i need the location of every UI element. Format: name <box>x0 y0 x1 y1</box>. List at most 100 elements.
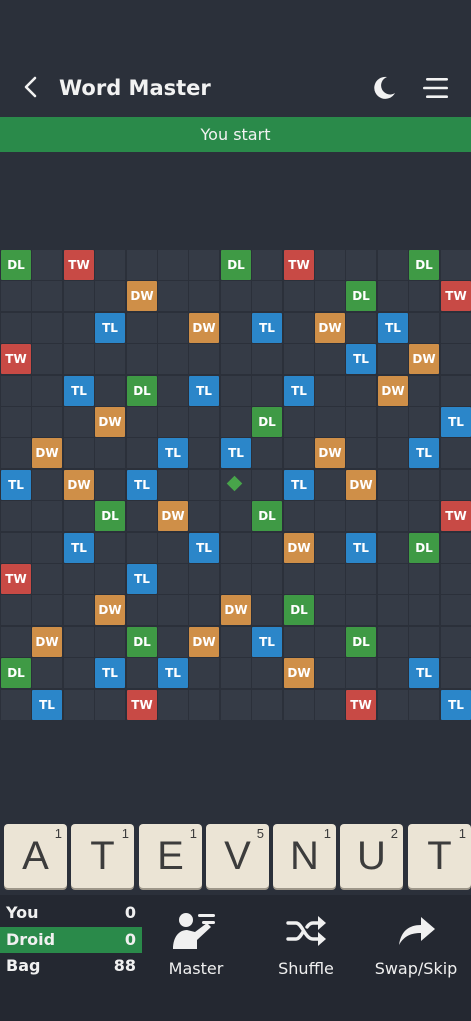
board-cell-dw[interactable]: DW <box>346 470 376 500</box>
board-cell[interactable] <box>378 627 408 657</box>
board-cell[interactable] <box>441 250 471 280</box>
board-cell[interactable] <box>441 313 471 343</box>
board-cell[interactable] <box>64 595 94 625</box>
board-cell[interactable] <box>189 470 219 500</box>
board-cell-tl[interactable]: TL <box>409 658 439 688</box>
board-cell-tl[interactable]: TL <box>252 627 282 657</box>
board-cell[interactable] <box>127 438 157 468</box>
board-cell[interactable] <box>378 595 408 625</box>
board-cell-dw[interactable]: DW <box>284 533 314 563</box>
board-cell[interactable] <box>95 533 125 563</box>
board-cell[interactable] <box>127 344 157 374</box>
board-cell[interactable] <box>158 470 188 500</box>
board-cell[interactable] <box>158 281 188 311</box>
board-cell[interactable] <box>346 595 376 625</box>
board-cell[interactable] <box>158 564 188 594</box>
board-cell[interactable] <box>315 344 345 374</box>
board-cell[interactable] <box>252 470 282 500</box>
letter-tile[interactable]: E1 <box>139 824 202 888</box>
board-cell-tl[interactable]: TL <box>158 658 188 688</box>
board-cell[interactable] <box>441 344 471 374</box>
board-cell[interactable] <box>95 438 125 468</box>
board-cell-dl[interactable]: DL <box>127 627 157 657</box>
board-cell[interactable] <box>252 595 282 625</box>
board-cell[interactable] <box>221 533 251 563</box>
board-cell[interactable] <box>1 281 31 311</box>
board-cell-dw[interactable]: DW <box>32 438 62 468</box>
board-cell[interactable] <box>32 564 62 594</box>
board-cell[interactable] <box>158 376 188 406</box>
board-cell-dw[interactable]: DW <box>221 595 251 625</box>
board-cell-tl[interactable]: TL <box>95 313 125 343</box>
board-cell[interactable] <box>409 281 439 311</box>
board-cell[interactable] <box>189 690 219 720</box>
board-cell-dw[interactable]: DW <box>64 470 94 500</box>
board-cell[interactable] <box>32 533 62 563</box>
board-cell[interactable] <box>378 690 408 720</box>
board-cell[interactable] <box>95 690 125 720</box>
board-cell[interactable] <box>158 313 188 343</box>
board-cell[interactable] <box>409 313 439 343</box>
board-cell-tl[interactable]: TL <box>441 407 471 437</box>
board-cell-dl[interactable]: DL <box>252 501 282 531</box>
board-cell[interactable] <box>409 627 439 657</box>
board-cell[interactable] <box>1 407 31 437</box>
board-cell[interactable] <box>32 344 62 374</box>
board-cell-dw[interactable]: DW <box>158 501 188 531</box>
board-cell[interactable] <box>1 376 31 406</box>
board-cell[interactable] <box>346 564 376 594</box>
board-cell-tl[interactable]: TL <box>441 690 471 720</box>
board-cell[interactable] <box>1 501 31 531</box>
board-cell[interactable] <box>409 501 439 531</box>
board-cell-dl[interactable]: DL <box>346 627 376 657</box>
board-cell[interactable] <box>1 438 31 468</box>
board-cell[interactable] <box>252 344 282 374</box>
board-cell[interactable] <box>127 533 157 563</box>
board-cell[interactable] <box>441 627 471 657</box>
board-cell[interactable] <box>378 250 408 280</box>
board-cell-dw[interactable]: DW <box>409 344 439 374</box>
board-cell[interactable] <box>346 407 376 437</box>
board-cell-tw[interactable]: TW <box>127 690 157 720</box>
board-cell-dw[interactable]: DW <box>189 627 219 657</box>
board-cell-center[interactable] <box>221 470 251 500</box>
board-cell[interactable] <box>158 627 188 657</box>
hamburger-menu-icon[interactable] <box>422 76 450 100</box>
board-cell[interactable] <box>32 313 62 343</box>
board-cell[interactable] <box>127 407 157 437</box>
board-cell-dw[interactable]: DW <box>95 595 125 625</box>
board-cell[interactable] <box>64 658 94 688</box>
board-cell[interactable] <box>346 313 376 343</box>
board-cell[interactable] <box>346 658 376 688</box>
board-cell[interactable] <box>32 407 62 437</box>
board-cell[interactable] <box>189 564 219 594</box>
board-cell[interactable] <box>127 501 157 531</box>
board-cell[interactable] <box>315 281 345 311</box>
board-cell[interactable] <box>346 250 376 280</box>
board-cell[interactable] <box>95 250 125 280</box>
board-cell-dw[interactable]: DW <box>32 627 62 657</box>
board-cell[interactable] <box>189 658 219 688</box>
board-cell[interactable] <box>221 281 251 311</box>
board-cell-tl[interactable]: TL <box>284 470 314 500</box>
board-cell[interactable] <box>221 564 251 594</box>
board-cell-tw[interactable]: TW <box>64 250 94 280</box>
board-cell[interactable] <box>378 281 408 311</box>
board-cell[interactable] <box>378 470 408 500</box>
board-cell-tl[interactable]: TL <box>32 690 62 720</box>
board-cell-dl[interactable]: DL <box>1 250 31 280</box>
board-cell[interactable] <box>32 501 62 531</box>
board-cell[interactable] <box>284 564 314 594</box>
board-cell[interactable] <box>32 470 62 500</box>
board-cell-tl[interactable]: TL <box>95 658 125 688</box>
board-cell[interactable] <box>127 595 157 625</box>
board-cell[interactable] <box>346 501 376 531</box>
board-cell[interactable] <box>378 407 408 437</box>
board-cell[interactable] <box>64 281 94 311</box>
board-cell-dw[interactable]: DW <box>315 438 345 468</box>
board-cell[interactable] <box>315 564 345 594</box>
board-cell[interactable] <box>315 658 345 688</box>
board-cell[interactable] <box>284 281 314 311</box>
board-cell[interactable] <box>95 627 125 657</box>
board-cell[interactable] <box>252 438 282 468</box>
